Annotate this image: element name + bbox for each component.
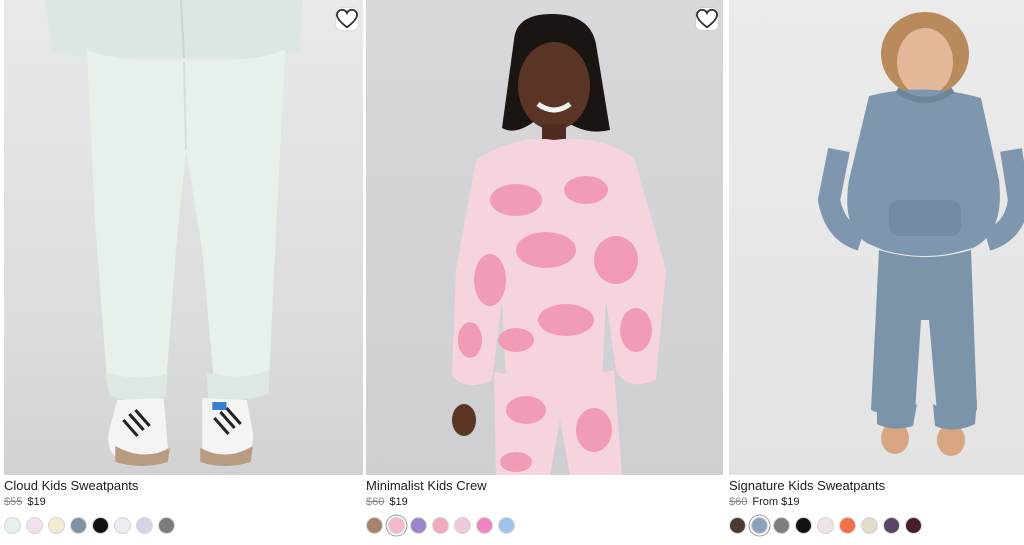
product-price: $60 From $19 <box>729 496 800 509</box>
color-swatch[interactable] <box>114 517 131 534</box>
color-swatch[interactable] <box>729 517 746 534</box>
wishlist-button[interactable] <box>696 8 718 30</box>
color-swatch[interactable] <box>366 517 383 534</box>
product-photo-illustration <box>452 14 666 475</box>
color-swatch[interactable] <box>432 517 449 534</box>
product-image[interactable] <box>4 0 363 475</box>
original-price: $55 <box>4 496 23 508</box>
original-price: $60 <box>366 496 385 508</box>
color-swatches <box>729 517 922 535</box>
product-card-minimalist-kids-crew[interactable]: Minimalist Kids Crew $60 $19 <box>366 0 723 545</box>
product-image[interactable] <box>729 0 1024 475</box>
color-swatch[interactable] <box>861 517 878 534</box>
product-card-signature-kids-sweatpants[interactable]: Signature Kids Sweatpants $60 From $19 <box>729 0 1024 545</box>
color-swatch[interactable] <box>92 517 109 534</box>
product-title[interactable]: Signature Kids Sweatpants <box>729 478 885 494</box>
product-price: $60 $19 <box>366 496 408 509</box>
color-swatch[interactable] <box>454 517 471 534</box>
product-card-cloud-kids-sweatpants[interactable]: Cloud Kids Sweatpants $55 $19 <box>4 0 363 545</box>
product-price: $55 $19 <box>4 496 46 509</box>
color-swatch[interactable] <box>883 517 900 534</box>
color-swatch[interactable] <box>839 517 856 534</box>
color-swatch-selected[interactable] <box>388 517 405 534</box>
color-swatch[interactable] <box>476 517 493 534</box>
color-swatch[interactable] <box>26 517 43 534</box>
product-title[interactable]: Minimalist Kids Crew <box>366 478 487 494</box>
color-swatch[interactable] <box>136 517 153 534</box>
color-swatch[interactable] <box>905 517 922 534</box>
wishlist-button[interactable] <box>336 8 358 30</box>
color-swatches <box>366 517 515 535</box>
heart-icon <box>336 8 358 29</box>
sale-price: From $19 <box>752 496 800 508</box>
product-title[interactable]: Cloud Kids Sweatpants <box>4 478 138 494</box>
color-swatch[interactable] <box>817 517 834 534</box>
color-swatch-selected[interactable] <box>751 517 768 534</box>
color-swatch[interactable] <box>70 517 87 534</box>
product-image[interactable] <box>366 0 723 475</box>
product-grid: Cloud Kids Sweatpants $55 $19 Minimalist… <box>0 0 1024 545</box>
color-swatch[interactable] <box>4 517 21 534</box>
color-swatches <box>4 517 175 535</box>
original-price: $60 <box>729 496 748 508</box>
color-swatch[interactable] <box>158 517 175 534</box>
color-swatch[interactable] <box>498 517 515 534</box>
sale-price: $19 <box>27 496 46 508</box>
color-swatch[interactable] <box>48 517 65 534</box>
color-swatch[interactable] <box>795 517 812 534</box>
color-swatch[interactable] <box>773 517 790 534</box>
product-photo-illustration <box>44 0 303 466</box>
heart-icon <box>696 8 718 29</box>
sale-price: $19 <box>389 496 408 508</box>
product-photo-illustration <box>817 12 1024 456</box>
color-swatch[interactable] <box>410 517 427 534</box>
